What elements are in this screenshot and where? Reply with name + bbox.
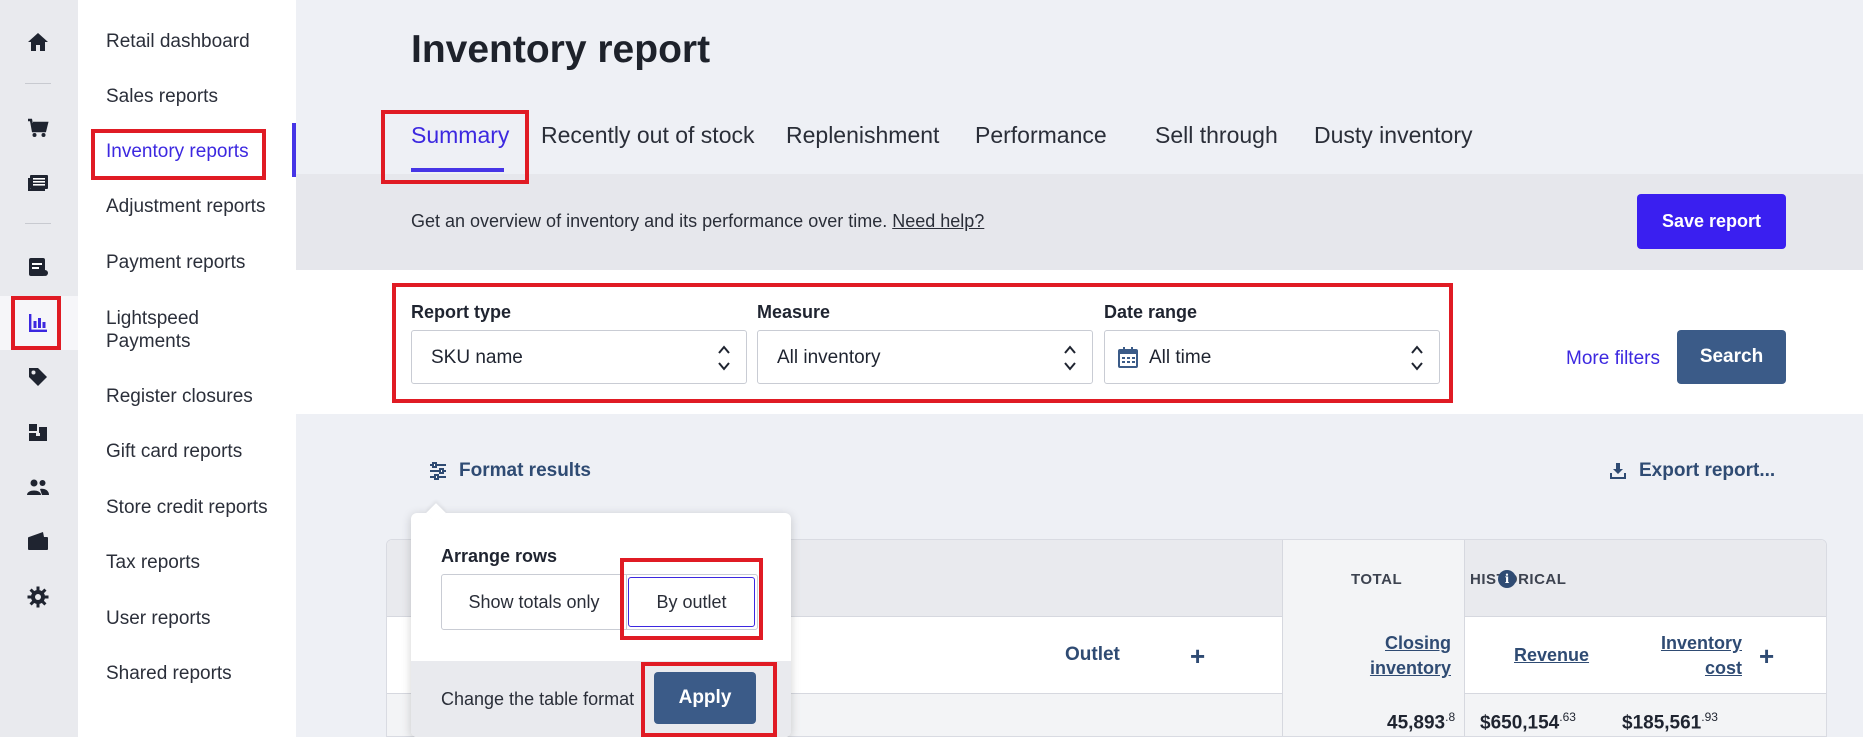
- highlight-box: [91, 129, 266, 180]
- historical-column-divider: [1464, 540, 1465, 736]
- download-icon: [1610, 463, 1626, 479]
- format-results-button[interactable]: Format results: [429, 460, 591, 482]
- subnav-item-retail-dashboard[interactable]: Retail dashboard: [106, 30, 250, 53]
- highlight-box: [11, 296, 61, 350]
- boxes-icon[interactable]: [22, 416, 54, 448]
- closing-inventory-header-line2: inventory: [1369, 658, 1451, 678]
- historical-group-header: HISTORICAL: [1470, 571, 1567, 588]
- reports-subnav: Retail dashboard Sales reports Inventory…: [78, 0, 296, 737]
- subnav-item-payment-reports[interactable]: Payment reports: [106, 251, 245, 274]
- rail-divider: [25, 83, 51, 84]
- subnav-item-store-credit-reports[interactable]: Store credit reports: [106, 496, 268, 519]
- inventory-cost-header-line1: Inventory: [1660, 633, 1742, 653]
- subnav-item-gift-card-reports[interactable]: Gift card reports: [106, 440, 242, 463]
- subnav-item-sales-reports[interactable]: Sales reports: [106, 85, 218, 108]
- subnav-item-register-closures[interactable]: Register closures: [106, 385, 253, 408]
- export-report-label: Export report...: [1639, 460, 1776, 481]
- tab-sell-through[interactable]: Sell through: [1155, 122, 1278, 149]
- highlight-box: [392, 283, 1453, 403]
- format-results-label: Format results: [459, 460, 591, 481]
- highlight-box: [620, 558, 763, 640]
- closing-inventory-header[interactable]: Closing inventory: [1347, 631, 1451, 681]
- save-report-button[interactable]: Save report: [1637, 194, 1786, 249]
- subnav-item-tax-reports[interactable]: Tax reports: [106, 551, 200, 574]
- closing-inventory-decimal: .8: [1445, 710, 1456, 724]
- show-totals-only-option[interactable]: Show totals only: [442, 575, 627, 629]
- banner-text: Get an overview of inventory and its per…: [411, 211, 984, 232]
- invoice-icon[interactable]: [22, 251, 54, 283]
- cart-icon[interactable]: [22, 112, 54, 144]
- tag-icon[interactable]: [22, 361, 54, 393]
- info-icon[interactable]: i: [1498, 570, 1516, 588]
- outlet-column-header: Outlet: [1065, 644, 1120, 665]
- revenue-value: $650,154.63: [1480, 710, 1576, 734]
- revenue-main: $650,154: [1480, 712, 1560, 734]
- add-historical-column-icon[interactable]: +: [1759, 643, 1774, 669]
- page-title: Inventory report: [411, 28, 711, 71]
- search-button[interactable]: Search: [1677, 330, 1786, 384]
- inventory-cost-decimal: .93: [1701, 710, 1718, 724]
- sliders-icon: [430, 462, 446, 480]
- revenue-decimal: .63: [1559, 710, 1576, 724]
- need-help-link[interactable]: Need help?: [892, 211, 984, 231]
- inventory-cost-value: $185,561.93: [1622, 710, 1718, 734]
- home-icon[interactable]: [22, 26, 54, 58]
- popover-footer-text: Change the table format: [441, 689, 635, 709]
- inventory-cost-header[interactable]: Inventory cost: [1647, 631, 1742, 681]
- closing-inventory-main: 45,893: [1387, 712, 1446, 734]
- tab-replenishment[interactable]: Replenishment: [786, 122, 939, 149]
- rail-divider: [25, 223, 51, 224]
- highlight-box: [381, 110, 529, 184]
- subnav-item-lightspeed-payments[interactable]: Lightspeed Payments: [106, 307, 246, 353]
- more-filters-link[interactable]: More filters: [1566, 348, 1660, 370]
- settings-icon[interactable]: [22, 581, 54, 613]
- icon-rail: [0, 0, 78, 737]
- tab-performance[interactable]: Performance: [975, 122, 1107, 149]
- description-banner: Get an overview of inventory and its per…: [296, 174, 1863, 270]
- closing-inventory-header-line1: Closing: [1385, 633, 1451, 653]
- subnav-item-user-reports[interactable]: User reports: [106, 607, 211, 630]
- banner-description: Get an overview of inventory and its per…: [411, 211, 888, 231]
- total-group-header: TOTAL: [1351, 571, 1403, 588]
- arrange-rows-title: Arrange rows: [441, 546, 558, 566]
- closing-inventory-value: 45,893.8: [1387, 710, 1455, 734]
- inventory-cost-header-line2: cost: [1704, 658, 1742, 678]
- tab-recently-out-of-stock[interactable]: Recently out of stock: [541, 122, 755, 149]
- tab-dusty-inventory[interactable]: Dusty inventory: [1314, 122, 1473, 149]
- subnav-item-shared-reports[interactable]: Shared reports: [106, 662, 232, 685]
- inventory-cost-main: $185,561: [1622, 712, 1702, 734]
- catalog-icon[interactable]: [22, 166, 54, 198]
- revenue-header[interactable]: Revenue: [1514, 643, 1589, 668]
- wallet-icon[interactable]: [22, 525, 54, 557]
- export-report-button[interactable]: Export report...: [1609, 460, 1775, 482]
- popover-caret: [426, 503, 446, 523]
- customers-icon[interactable]: [22, 471, 54, 503]
- add-column-icon[interactable]: +: [1190, 643, 1205, 669]
- subnav-item-adjustment-reports[interactable]: Adjustment reports: [106, 195, 265, 218]
- highlight-box: [641, 662, 777, 737]
